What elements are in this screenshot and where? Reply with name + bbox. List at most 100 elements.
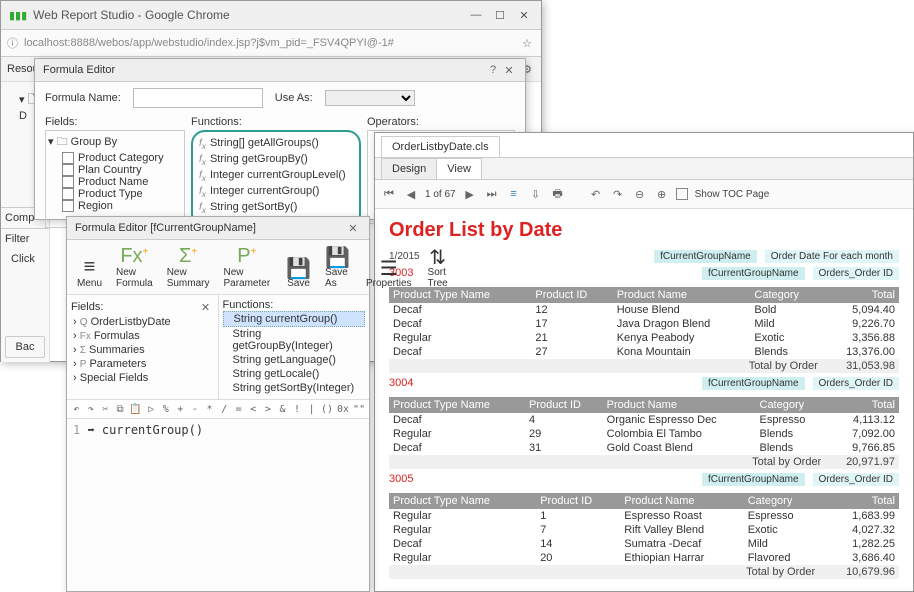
field-node[interactable]: › Σ Summaries <box>71 343 214 357</box>
report-body: Order List by Date 1/2015 fCurrentGroupN… <box>375 209 913 589</box>
field-node[interactable]: › P Parameters <box>71 357 214 371</box>
star-icon[interactable]: ☆ <box>519 35 535 51</box>
export-icon[interactable]: ⇩ <box>528 186 544 202</box>
function-node[interactable]: String getLanguage() <box>223 353 366 367</box>
close-icon[interactable]: ✕ <box>345 220 361 236</box>
back-button[interactable]: Bac <box>5 336 45 358</box>
properties-button[interactable]: ☰Properties <box>360 254 418 291</box>
info-icon[interactable]: ⓘ <box>7 35 18 51</box>
formula-win-title: Formula Editor [fCurrentGroupName] ✕ <box>67 217 369 240</box>
view-tab[interactable]: View <box>436 158 482 179</box>
redo-icon[interactable]: ↷ <box>610 186 626 202</box>
group-code: 3004 <box>389 377 413 389</box>
minimize-button[interactable]: — <box>467 6 485 24</box>
copy-icon[interactable]: ⧉ <box>115 402 126 416</box>
table-row: Decaf4Organic Espresso DecEspresso4,113.… <box>389 413 899 427</box>
quote-icon[interactable]: "" <box>353 402 365 416</box>
function-item[interactable]: fxInteger currentGroup() <box>199 184 353 200</box>
group-tag-b: Orders_Order ID <box>813 267 899 280</box>
table-row: Regular20Ethiopian HarrarFlavored3,686.4… <box>389 551 899 565</box>
function-item[interactable]: fxString[] getAllGroups() <box>199 136 353 152</box>
functions-header: Functions: <box>191 114 361 130</box>
help-icon[interactable]: ? <box>485 62 501 78</box>
clear-icon[interactable]: ✕ <box>198 299 214 315</box>
group-tag-1b: Order Date For each month <box>765 250 899 263</box>
total-row: Total by Order20,971.97 <box>389 455 899 469</box>
function-item[interactable]: fxInteger currentGroupLevel() <box>199 168 353 184</box>
run-icon[interactable]: ▷ <box>146 402 157 416</box>
table-row: Decaf31Gold Coast BlendBlends9,766.85 <box>389 441 899 455</box>
new-summary-button[interactable]: Σ+New Summary <box>161 243 216 291</box>
maximize-button[interactable]: ☐ <box>491 6 509 24</box>
design-tab[interactable]: Design <box>381 158 437 179</box>
use-as-select[interactable] <box>325 90 415 106</box>
function-item[interactable]: fxString getSortBy() <box>199 200 353 216</box>
group-tag: fCurrentGroupName <box>702 377 805 390</box>
toc-checkbox[interactable]: Show TOC Page <box>676 188 770 200</box>
address-bar: ⓘ localhost:8888/webos/app/webstudio/ind… <box>1 30 541 57</box>
next-page-icon[interactable]: ▶ <box>462 186 478 202</box>
app-icon: ▮▮▮ <box>9 9 27 22</box>
close-icon[interactable]: ✕ <box>501 62 517 78</box>
group-tag-b: Orders_Order ID <box>813 473 899 486</box>
list-icon[interactable]: ≡ <box>506 186 522 202</box>
function-item[interactable]: fxString getGroupBy() <box>199 152 353 168</box>
field-node[interactable]: › Fx Formulas <box>71 329 214 343</box>
total-row: Total by Order10,679.96 <box>389 565 899 579</box>
field-item[interactable]: Product Name <box>48 176 182 188</box>
group-tag-b: Orders_Order ID <box>813 377 899 390</box>
field-item[interactable]: Region <box>48 200 182 212</box>
url-text[interactable]: localhost:8888/webos/app/webstudio/index… <box>24 37 513 49</box>
table-row: Decaf17Java Dragon BlendMild9,226.70 <box>389 317 899 331</box>
window-title: Web Report Studio - Google Chrome <box>33 8 461 22</box>
function-node[interactable]: String getSortBy(Integer) <box>223 381 366 395</box>
left-section-click[interactable]: Click <box>1 249 49 269</box>
menu-button[interactable]: ≡Menu <box>71 254 108 291</box>
save-button[interactable]: 💾Save <box>280 254 317 291</box>
field-item[interactable]: Product Category <box>48 152 182 164</box>
data-table: Product Type NameProduct IDProduct NameC… <box>389 397 899 469</box>
operators-header: Operators: <box>367 114 515 130</box>
function-node[interactable]: String getLocale() <box>223 367 366 381</box>
formula-editor-area[interactable]: 1 ➡ currentGroup() <box>67 419 369 441</box>
close-button[interactable]: ✕ <box>515 6 533 24</box>
cut-icon[interactable]: ✂ <box>100 402 111 416</box>
print-icon[interactable]: 🖶 <box>550 186 566 202</box>
field-node[interactable]: › Q OrderListbyDate <box>71 315 214 329</box>
function-node[interactable]: String getGroupBy(Integer) <box>223 327 366 353</box>
table-row: Decaf27Kona MountainBlends13,376.00 <box>389 345 899 359</box>
functions-label: Functions: <box>223 299 366 311</box>
formula-name-label: Formula Name: <box>45 92 121 104</box>
field-node[interactable]: › Special Fields <box>71 371 214 385</box>
field-item[interactable]: Plan Country <box>48 164 182 176</box>
last-page-icon[interactable]: ⏭ <box>484 186 500 202</box>
zoom-in-icon[interactable]: ⊕ <box>654 186 670 202</box>
total-row: Total by Order31,053.98 <box>389 359 899 373</box>
report-toolbar: ⏮ ◀ 1 of 67 ▶ ⏭ ≡ ⇩ 🖶 ↶ ↷ ⊖ ⊕ Show TOC P… <box>375 180 913 209</box>
data-table: Product Type NameProduct IDProduct NameC… <box>389 493 899 579</box>
table-row: Regular7Rift Valley BlendExotic4,027.32 <box>389 523 899 537</box>
zoom-out-icon[interactable]: ⊖ <box>632 186 648 202</box>
sort-tree-button[interactable]: ⇅Sort Tree <box>422 243 454 291</box>
formula-name-input[interactable] <box>133 88 263 108</box>
file-tab[interactable]: OrderListbyDate.cls <box>381 136 500 157</box>
group-code: 3005 <box>389 473 413 485</box>
fields-header: Fields: <box>45 114 185 130</box>
group-tag: fCurrentGroupName <box>702 473 805 486</box>
first-page-icon[interactable]: ⏮ <box>381 186 397 202</box>
prev-page-icon[interactable]: ◀ <box>403 186 419 202</box>
group-by-node[interactable]: ▾ 🗀 Group By <box>48 133 182 152</box>
undo-icon[interactable]: ↶ <box>71 402 82 416</box>
paste-icon[interactable]: 📋 <box>129 402 141 416</box>
field-item[interactable]: Product Type <box>48 188 182 200</box>
redo-icon[interactable]: ↷ <box>86 402 97 416</box>
report-title: Order List by Date <box>389 219 899 242</box>
group-tag: fCurrentGroupName <box>702 267 805 280</box>
group-tag-1: fCurrentGroupName <box>654 250 757 263</box>
function-node[interactable]: String currentGroup() <box>223 311 366 327</box>
new-parameter-button[interactable]: P+New Parameter <box>217 243 276 291</box>
new-formula-button[interactable]: Fx+New Formula <box>110 243 159 291</box>
save-as-button[interactable]: 💾Save As <box>319 243 356 291</box>
undo-icon[interactable]: ↶ <box>588 186 604 202</box>
table-row: Regular1Espresso RoastEspresso1,683.99 <box>389 509 899 523</box>
